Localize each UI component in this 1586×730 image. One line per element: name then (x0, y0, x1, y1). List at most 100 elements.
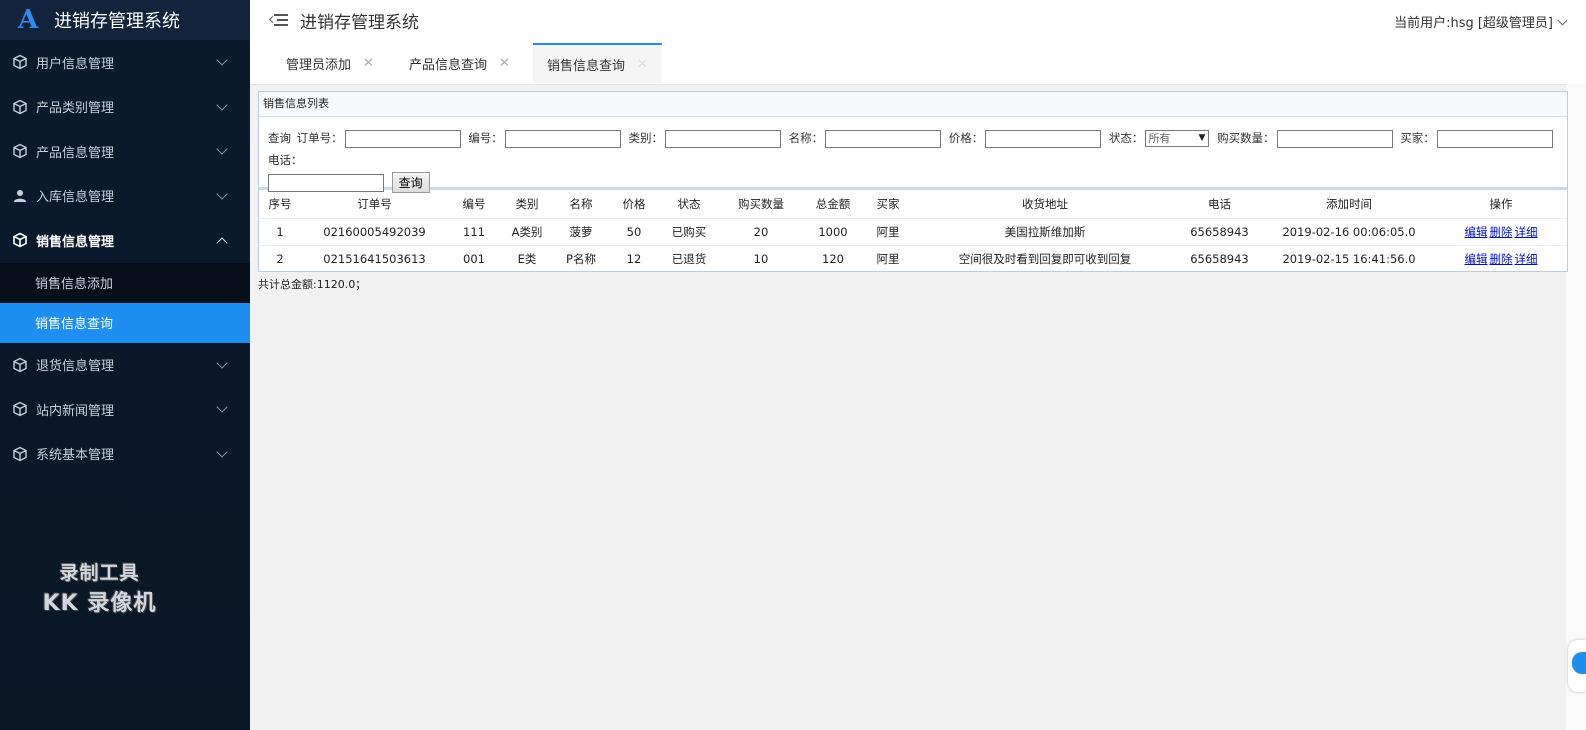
chevron-down-icon (1557, 15, 1568, 26)
submenu-item-sales-query[interactable]: 销售信息查询 (0, 302, 250, 343)
column-header: 编号 (462, 197, 486, 211)
buyer-label: 买家： (1400, 131, 1435, 145)
cube-icon (13, 143, 27, 159)
cell-time: 2019-02-16 00:06:05.0 (1263, 218, 1435, 246)
sales-submenu: 销售信息添加 销售信息查询 (0, 262, 250, 343)
cell-time: 2019-02-15 16:41:56.0 (1263, 245, 1435, 272)
column-header: 添加时间 (1326, 197, 1372, 211)
cell-qty: 20 (718, 218, 804, 246)
name-input[interactable] (825, 129, 942, 148)
chevron-down-icon (216, 188, 228, 200)
submenu-item-label: 销售信息查询 (35, 317, 114, 332)
code-input[interactable] (504, 129, 621, 148)
sidebar-item-product-info[interactable]: 产品信息管理 (0, 129, 250, 174)
chevron-down-icon (216, 357, 228, 369)
cell-price: 12 (608, 245, 660, 272)
sidebar-item-user-info[interactable]: 用户信息管理 (0, 40, 250, 85)
widget-icon (1572, 652, 1586, 674)
buyer-input[interactable] (1436, 129, 1553, 148)
category-label: 类别： (628, 131, 663, 145)
delete-link[interactable]: 删除 (1490, 225, 1513, 239)
sidebar-item-label: 退货信息管理 (36, 359, 115, 375)
sidebar-item-label: 系统基本管理 (36, 448, 115, 464)
chevron-up-icon (216, 237, 228, 249)
recorder-watermark: 录制工具 KK 录像机 (32, 558, 167, 617)
logo-icon: A (18, 5, 39, 35)
table-row: 2 02151641503613 001 E类 P名称 12 已退货 10 12… (259, 245, 1567, 272)
chevron-down-icon (216, 446, 228, 458)
submenu-item-sales-add[interactable]: 销售信息添加 (0, 263, 250, 303)
search-form: 查询 订单号： 编号： 类别： 名称： 价格： 状态： 所有 ▼ 购买数量： 买家：… (259, 117, 1567, 193)
sidebar-item-sales[interactable]: 销售信息管理 (0, 218, 250, 263)
sidebar-item-label: 产品类别管理 (36, 101, 115, 117)
delete-link[interactable]: 删除 (1490, 252, 1513, 266)
table-row: 1 02160005492039 111 A类别 菠萝 50 已购买 20 10… (259, 218, 1567, 246)
category-input[interactable] (664, 129, 781, 148)
cube-icon (13, 401, 27, 417)
cell-ops: 编辑 删除 详细 (1435, 245, 1567, 272)
phone-label: 电话： (268, 153, 303, 167)
cell-address: 美国拉斯维加斯 (914, 218, 1176, 246)
cell-index: 1 (259, 218, 301, 246)
cell-buyer: 阿里 (862, 245, 914, 272)
tab-sales-query[interactable]: 销售信息查询 ✕ (533, 43, 662, 83)
qty-label: 购买数量： (1217, 131, 1275, 145)
cell-total: 1000 (804, 218, 862, 246)
sidebar-item-news[interactable]: 站内新闻管理 (0, 387, 250, 432)
close-icon[interactable]: ✕ (363, 56, 374, 71)
qty-input[interactable] (1276, 129, 1393, 148)
cell-buyer: 阿里 (862, 218, 914, 246)
cell-status: 已退货 (660, 245, 718, 272)
column-header: 购买数量 (738, 197, 784, 211)
cell-phone: 65658943 (1176, 218, 1263, 246)
column-header: 收货地址 (1022, 197, 1068, 211)
sales-table: 序号 订单号 编号 类别 名称 价格 状态 购买数量 总金额 买家 收货地址 电… (259, 190, 1567, 272)
column-header: 状态 (677, 197, 701, 211)
status-label: 状态： (1108, 131, 1144, 145)
current-user-menu[interactable]: 当前用户:hsg [超级管理员] (1394, 12, 1568, 31)
sidebar-item-system[interactable]: 系统基本管理 (0, 432, 250, 477)
column-header: 价格 (622, 197, 646, 211)
cell-name: P名称 (554, 245, 608, 272)
app-logo-bar: A 进销存管理系统 (0, 0, 250, 40)
edit-link[interactable]: 编辑 (1465, 252, 1488, 266)
tab-label: 产品信息查询 (409, 57, 488, 73)
status-select[interactable]: 所有 ▼ (1145, 130, 1210, 147)
phone-input[interactable] (268, 173, 384, 192)
close-icon[interactable]: ✕ (637, 57, 648, 72)
close-icon[interactable]: ✕ (499, 56, 510, 71)
cell-order-no: 02160005492039 (301, 218, 448, 246)
menu-toggle-icon[interactable] (268, 13, 288, 27)
tab-admin-add[interactable]: 管理员添加 ✕ (272, 44, 388, 82)
tab-bar: 管理员添加 ✕ 产品信息查询 ✕ 销售信息查询 ✕ (250, 40, 1586, 85)
column-header: 电话 (1208, 197, 1231, 211)
chevron-down-icon (216, 401, 228, 413)
sidebar-item-returns[interactable]: 退货信息管理 (0, 343, 250, 388)
detail-link[interactable]: 详细 (1515, 252, 1538, 266)
cell-phone: 65658943 (1176, 245, 1263, 272)
current-user-label: 当前用户:hsg [超级管理员] (1394, 16, 1553, 31)
order-no-input[interactable] (344, 129, 461, 148)
column-header: 买家 (876, 197, 900, 211)
chevron-down-icon (216, 99, 228, 111)
sidebar: A 进销存管理系统 用户信息管理 产品类别管理 产品信息管理 入库信息管理 销售… (0, 0, 250, 730)
app-title-sidebar: 进销存管理系统 (54, 11, 180, 32)
floating-widget[interactable] (1568, 640, 1586, 692)
dropdown-arrow-icon: ▼ (1198, 133, 1206, 143)
cell-index: 2 (259, 245, 301, 272)
query-button[interactable]: 查询 (391, 172, 430, 193)
sales-list-panel: 销售信息列表 查询 订单号： 编号： 类别： 名称： 价格： 状态： 所有 ▼ 购买… (258, 91, 1568, 272)
submenu-item-label: 销售信息添加 (35, 277, 114, 292)
sidebar-item-label: 用户信息管理 (36, 56, 115, 72)
chevron-down-icon (216, 54, 228, 66)
sidebar-item-product-category[interactable]: 产品类别管理 (0, 85, 250, 130)
sidebar-item-stock-in[interactable]: 入库信息管理 (0, 174, 250, 219)
edit-link[interactable]: 编辑 (1465, 225, 1488, 239)
tab-product-query[interactable]: 产品信息查询 ✕ (395, 44, 524, 82)
cube-icon (13, 232, 27, 248)
watermark-line2: KK 录像机 (42, 591, 157, 616)
detail-link[interactable]: 详细 (1515, 225, 1538, 239)
status-select-value: 所有 (1148, 132, 1171, 145)
column-header: 序号 (268, 197, 292, 211)
price-input[interactable] (985, 129, 1102, 148)
